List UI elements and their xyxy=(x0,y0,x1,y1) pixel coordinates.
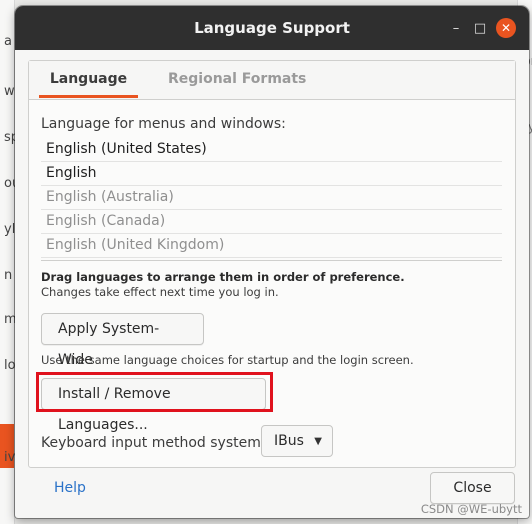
watermark: CSDN @WE-ubytt xyxy=(420,502,522,516)
language-notebook: Language Regional Formats Language for m… xyxy=(28,60,516,468)
apply-system-wide-button[interactable]: Apply System-Wide xyxy=(41,313,204,368)
maximize-icon[interactable]: □ xyxy=(470,18,490,38)
background-text: iv xyxy=(4,450,16,465)
chevron-down-icon: ▼ xyxy=(314,436,322,447)
background-text: n xyxy=(4,268,13,283)
background-text: lo xyxy=(4,358,16,373)
drag-hint: Changes take effect next time you log in… xyxy=(41,285,279,299)
drag-hint-bold: Drag languages to arrange them in order … xyxy=(41,270,405,284)
dropdown-value: IBus xyxy=(274,433,304,449)
list-item[interactable]: English (Canada) xyxy=(41,210,502,234)
list-item[interactable]: English xyxy=(41,162,502,186)
background-window-left: a w sp ou yl n m lo iv xyxy=(0,0,20,524)
minimize-icon[interactable]: – xyxy=(446,18,466,38)
list-item[interactable]: English (Australia) xyxy=(41,186,502,210)
close-button[interactable]: Close xyxy=(430,472,515,504)
help-link[interactable]: Help xyxy=(54,480,86,496)
language-list: English (United States) English English … xyxy=(41,138,502,258)
list-item[interactable]: English (United States) xyxy=(41,138,502,162)
list-item[interactable]: English (United Kingdom) xyxy=(41,234,502,258)
tab-bar: Language Regional Formats xyxy=(29,61,515,100)
tab-regional-formats[interactable]: Regional Formats xyxy=(168,61,306,98)
tab-language[interactable]: Language xyxy=(39,61,138,98)
apply-description: Use the same language choices for startu… xyxy=(41,353,414,367)
background-text: w xyxy=(4,84,15,99)
language-list-label: Language for menus and windows: xyxy=(41,116,286,132)
keyboard-input-method-dropdown[interactable]: IBus ▼ xyxy=(261,425,333,457)
highlight-box xyxy=(36,372,273,412)
titlebar[interactable]: Language Support – □ ✕ xyxy=(15,6,529,50)
keyboard-input-label: Keyboard input method system: xyxy=(41,435,266,451)
list-divider xyxy=(41,260,502,261)
close-icon[interactable]: ✕ xyxy=(496,18,516,38)
language-support-dialog: Language Support – □ ✕ Language Regional… xyxy=(15,6,529,518)
background-text: yl xyxy=(4,222,16,237)
background-text: a xyxy=(4,34,12,49)
